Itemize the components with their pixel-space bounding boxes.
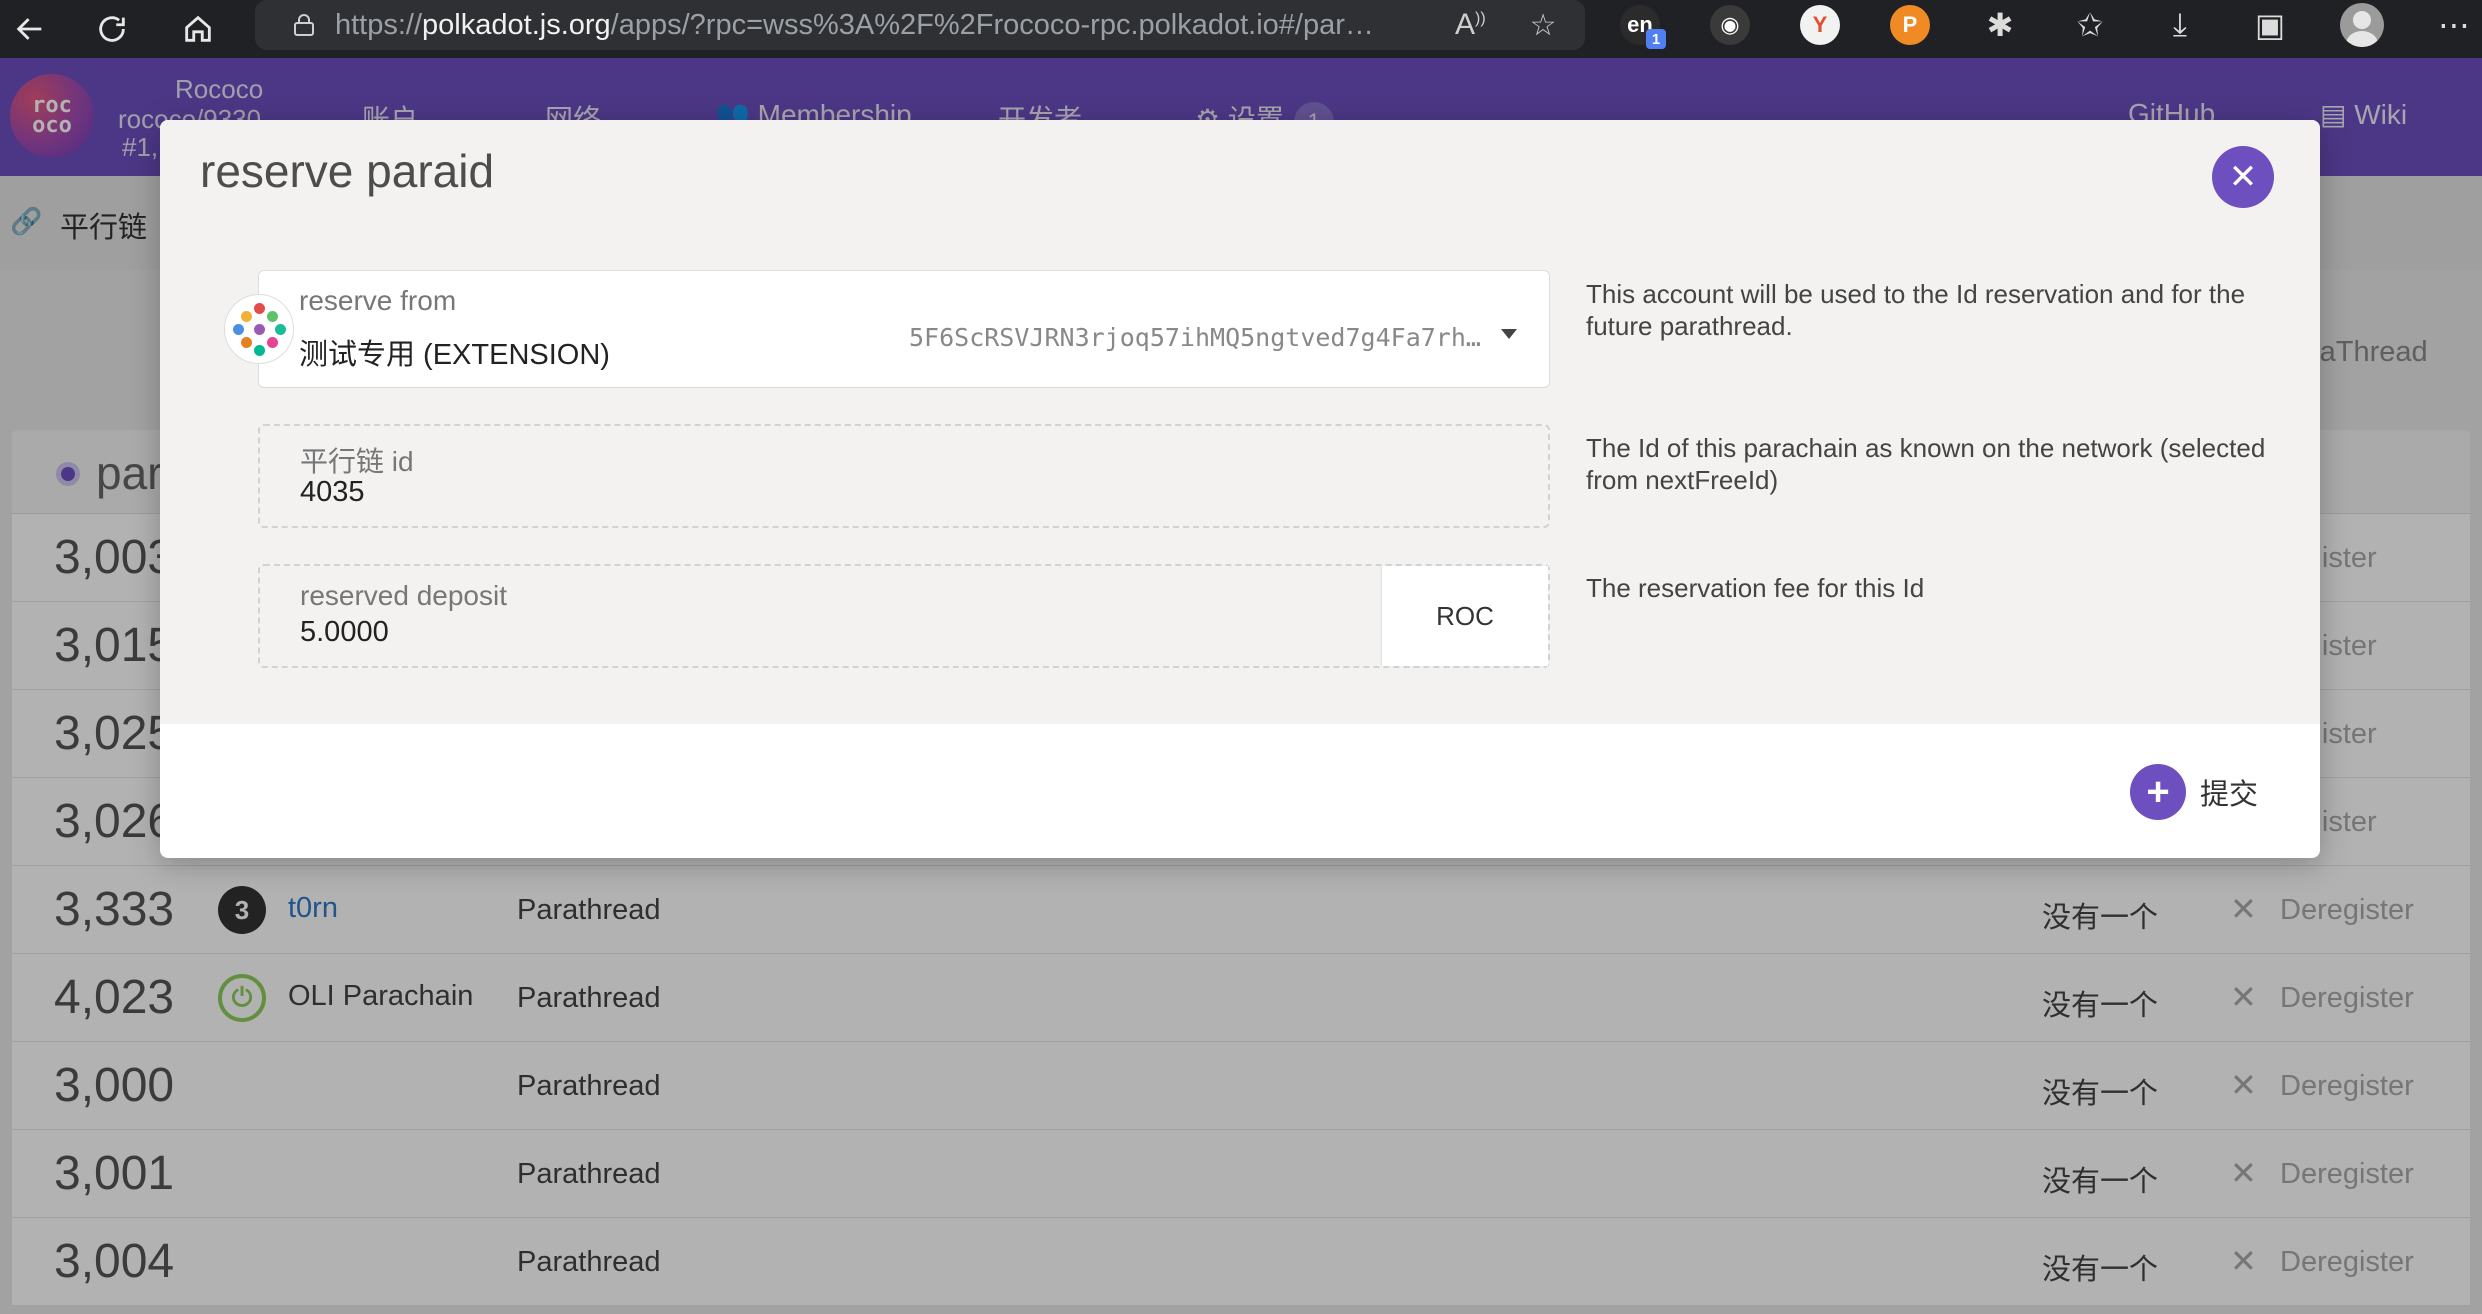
deposit-help: The reservation fee for this Id — [1586, 573, 1925, 603]
submit-button[interactable]: + 提交 — [2130, 764, 2258, 820]
y-extension-icon[interactable]: Y — [1800, 5, 1840, 45]
reserve-paraid-modal: reserve paraid ✕ reserve from 测试专用 (EXTE… — [160, 120, 2320, 858]
para-id-label: 平行链 id — [300, 446, 414, 477]
url-prefix: https:// — [335, 8, 423, 41]
modal-body: reserve paraid ✕ reserve from 测试专用 (EXTE… — [160, 120, 2320, 724]
read-aloud-icon[interactable]: A)) — [1455, 8, 1486, 42]
close-icon: ✕ — [2228, 158, 2258, 196]
download-icon[interactable]: ⤓ — [2160, 6, 2200, 44]
address-bar[interactable]: https://polkadot.js.org/apps/?rpc=wss%3A… — [255, 0, 1585, 50]
reserve-from-label: reserve from — [299, 285, 457, 316]
profile-avatar[interactable] — [2340, 3, 2384, 47]
favorite-add-icon[interactable]: ☆ — [1530, 8, 1557, 43]
deposit-label: reserved deposit — [300, 580, 508, 611]
url-path: /apps/?rpc=wss%3A%2F%2Frococo-rpc.polkad… — [610, 8, 1374, 41]
plus-icon: + — [2130, 764, 2186, 820]
deposit-value: 5.0000 — [300, 616, 389, 648]
p-extension-icon[interactable]: P — [1890, 5, 1930, 45]
home-icon[interactable] — [168, 0, 228, 58]
account-address: 5F6ScRSVJRN3rjoq57ihMQ5ngtved7g4Fa7rh… — [909, 323, 1481, 352]
modal-title: reserve paraid — [200, 145, 495, 197]
back-icon[interactable] — [0, 0, 60, 58]
selected-account-name: 测试专用 (EXTENSION) — [299, 339, 610, 371]
lock-icon — [294, 14, 314, 36]
reserved-deposit-field: reserved deposit 5.0000 ROC — [258, 564, 1550, 668]
owl-extension-icon[interactable]: ◉ — [1710, 5, 1750, 45]
account-identicon — [224, 294, 294, 364]
favorites-icon[interactable]: ✩ — [2070, 6, 2110, 44]
close-button[interactable]: ✕ — [2212, 146, 2274, 208]
para-id-value: 4035 — [300, 476, 365, 508]
reserve-from-select[interactable]: reserve from 测试专用 (EXTENSION) 5F6ScRSVJR… — [258, 270, 1550, 388]
reserve-from-help: This account will be used to the Id rese… — [1586, 279, 2246, 341]
para-id-field: 平行链 id 4035 — [258, 424, 1550, 528]
extensions-puzzle-icon[interactable]: ✱ — [1980, 6, 2020, 44]
para-id-help: The Id of this parachain as known on the… — [1586, 433, 2266, 495]
more-menu-icon[interactable]: ⋯ — [2434, 6, 2474, 44]
url-host: polkadot.js.org — [422, 8, 611, 41]
chevron-down-icon[interactable] — [1501, 329, 1517, 339]
browser-toolbar: https://polkadot.js.org/apps/?rpc=wss%3A… — [0, 0, 2482, 58]
screenshot-icon[interactable]: ▣ — [2250, 6, 2290, 44]
deposit-unit: ROC — [1381, 566, 1548, 666]
reload-icon[interactable] — [82, 0, 142, 58]
translate-extension-icon[interactable]: en 1 — [1620, 5, 1666, 49]
submit-label: 提交 — [2200, 779, 2259, 811]
